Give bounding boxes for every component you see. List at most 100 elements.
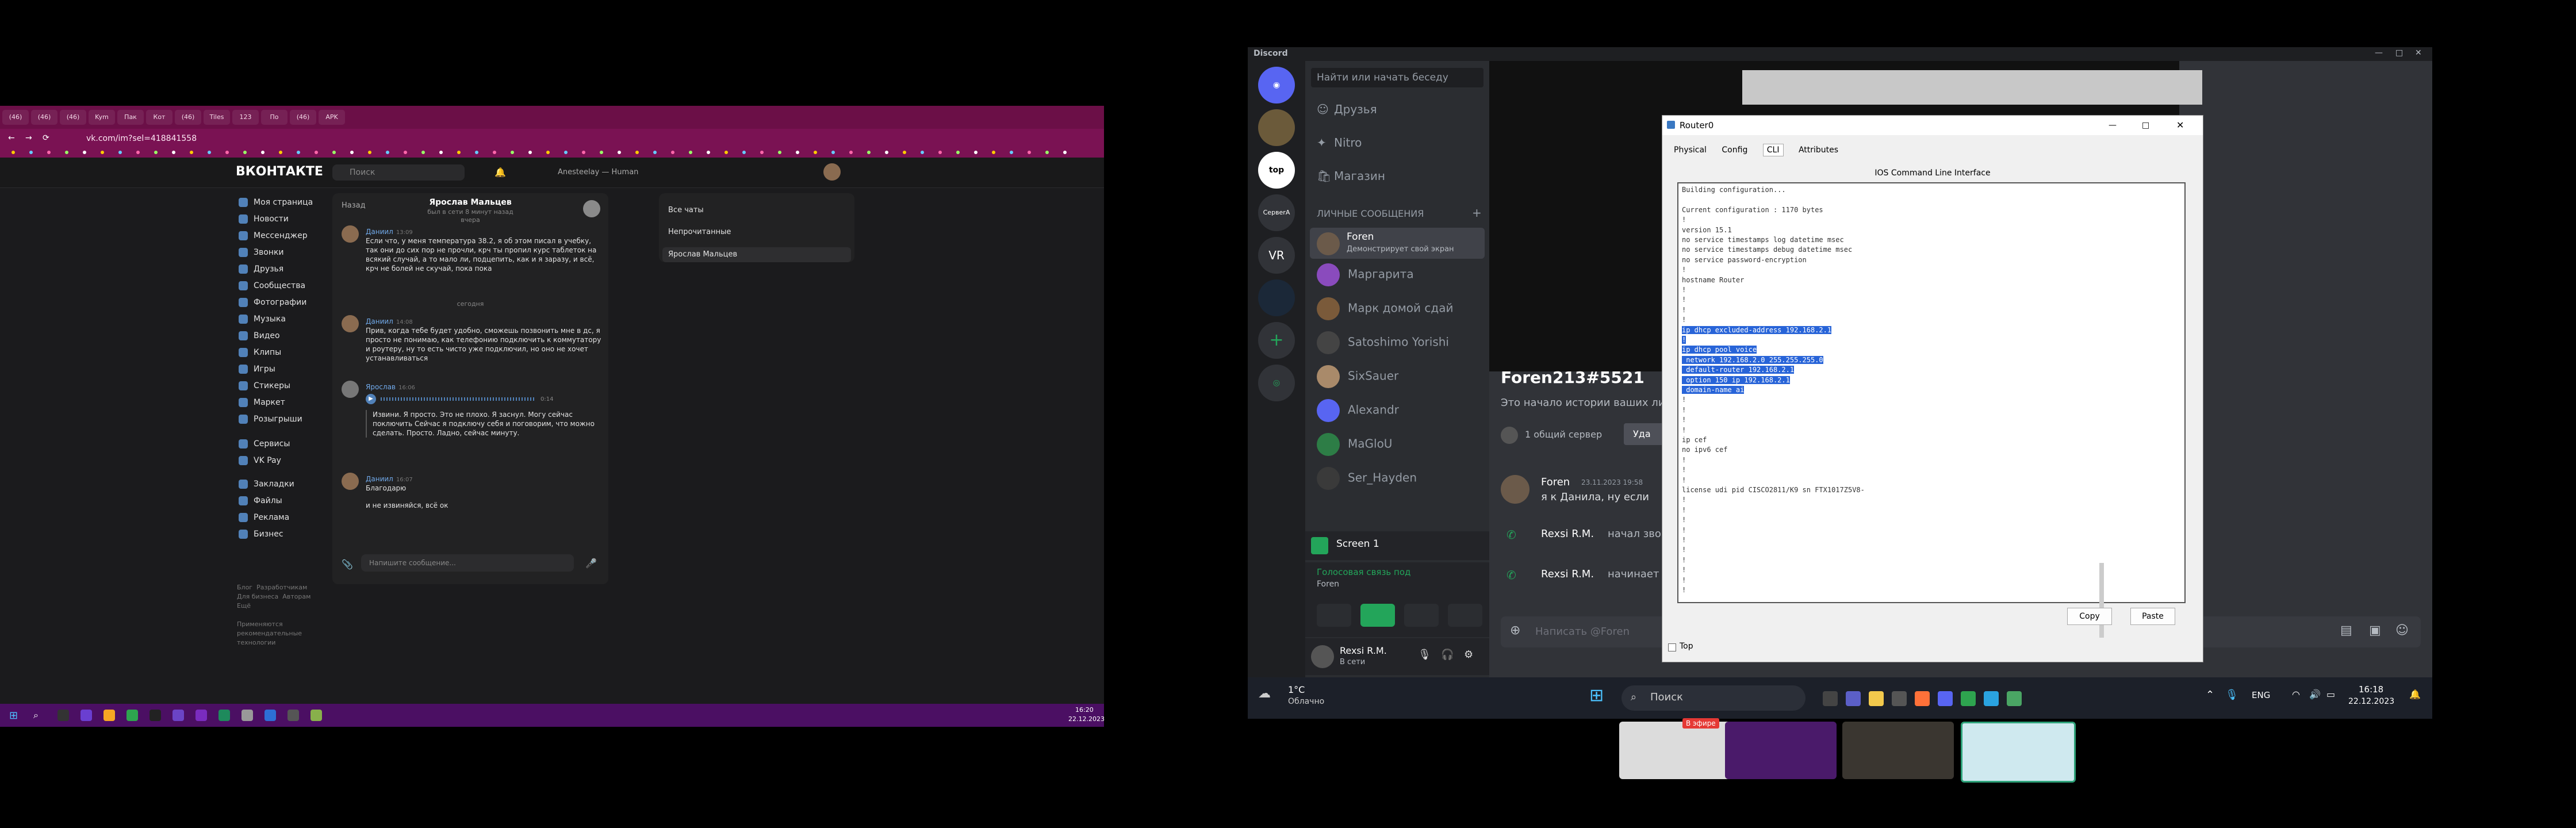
- sidebar-item[interactable]: Друзья: [239, 264, 283, 274]
- clock-date[interactable]: 22.12.2023: [2348, 697, 2394, 706]
- bookmark-icon[interactable]: [1010, 151, 1013, 154]
- search-icon[interactable]: ⌕: [33, 710, 39, 721]
- sidebar-item[interactable]: Файлы: [239, 496, 282, 505]
- bookmark-icon[interactable]: [1045, 151, 1049, 154]
- bookmark-icon[interactable]: [350, 151, 354, 154]
- minecraft-icon[interactable]: [1961, 691, 1976, 706]
- router-titlebar[interactable]: Router0 — □ ✕: [1662, 116, 2203, 135]
- bookmark-icon[interactable]: [83, 151, 86, 154]
- emoji-icon[interactable]: ☺: [2395, 623, 2409, 638]
- server-icon[interactable]: VR: [1258, 237, 1295, 274]
- bookmark-icon[interactable]: [903, 151, 906, 154]
- bookmark-icon[interactable]: [885, 151, 888, 154]
- bookmark-icon[interactable]: [172, 151, 175, 154]
- taskview-icon[interactable]: [57, 710, 69, 721]
- sidebar-item[interactable]: Моя страница: [239, 198, 313, 207]
- bookmark-icon[interactable]: [724, 151, 728, 154]
- discord-icon[interactable]: [1938, 691, 1953, 706]
- server-icon[interactable]: СервerA: [1258, 194, 1295, 231]
- sidebar-item[interactable]: Маркет: [239, 398, 285, 407]
- close-icon[interactable]: ✕: [2176, 116, 2184, 135]
- bookmark-icon[interactable]: [867, 151, 871, 154]
- bookmark-icon[interactable]: [243, 151, 247, 154]
- bookmark-icon[interactable]: [457, 151, 461, 154]
- message-author[interactable]: Foren: [1541, 476, 1570, 488]
- footer-link[interactable]: Разработчикам: [256, 584, 307, 591]
- message-author[interactable]: Даниил: [366, 475, 393, 483]
- taskview-icon[interactable]: [1823, 691, 1838, 706]
- avatar[interactable]: [1501, 475, 1529, 504]
- notification-bell-icon[interactable]: 🔔: [2409, 689, 2421, 700]
- bookmark-icon[interactable]: [386, 151, 389, 154]
- dm-item[interactable]: Маргарита: [1317, 263, 1414, 286]
- activity-button[interactable]: [1404, 604, 1439, 627]
- footer-link[interactable]: Авторам: [282, 593, 310, 600]
- message-author[interactable]: Rexsi R.M.: [1541, 528, 1594, 540]
- app-icon[interactable]: [241, 710, 253, 721]
- add-server-icon[interactable]: +: [1258, 322, 1295, 359]
- browser-tab[interactable]: Кот: [146, 110, 172, 125]
- bookmark-icon[interactable]: [849, 151, 853, 154]
- folder-icon[interactable]: [1869, 691, 1884, 706]
- maximize-icon[interactable]: □: [2142, 116, 2149, 135]
- browser-address-bar[interactable]: ← → ⟳ vk.com/im?sel=418841558: [0, 129, 1104, 148]
- browser-tab[interactable]: Tiles: [204, 110, 230, 125]
- app-icon[interactable]: [2007, 691, 2022, 706]
- browser-tab[interactable]: (46): [290, 110, 316, 125]
- bookmark-icon[interactable]: [297, 151, 300, 154]
- chevron-up-icon[interactable]: ⌃: [2206, 689, 2214, 701]
- user-name[interactable]: Rexsi R.M.: [1340, 645, 1387, 656]
- server-icon[interactable]: [1258, 109, 1295, 146]
- bookmark-icon[interactable]: [1028, 151, 1031, 154]
- taskbar-search[interactable]: ⌕ Поиск: [1621, 685, 1805, 711]
- browser-tab[interactable]: (46): [2, 110, 29, 125]
- sticker-icon[interactable]: ▣: [2369, 623, 2381, 638]
- avatar[interactable]: [342, 315, 359, 332]
- browser-tab[interactable]: APK: [319, 110, 345, 125]
- add-attachment-icon[interactable]: ⊕: [1510, 623, 1520, 638]
- footer-link[interactable]: Ещё: [237, 602, 251, 610]
- tab-cli[interactable]: CLI: [1762, 144, 1784, 156]
- sidebar-item[interactable]: Сервисы: [239, 439, 290, 448]
- bookmark-icon[interactable]: [118, 151, 122, 154]
- dm-item-foren[interactable]: Foren Демонстрирует свой экран: [1310, 228, 1485, 259]
- bookmark-icon[interactable]: [814, 151, 817, 154]
- weather-icon[interactable]: ☁: [1258, 687, 1271, 701]
- discord-home-icon[interactable]: ◉: [1258, 67, 1295, 103]
- sidebar-item[interactable]: Мессенджер: [239, 231, 308, 240]
- cli-terminal[interactable]: Building configuration... Current configu…: [1677, 182, 2186, 603]
- bookmark-icon[interactable]: [653, 151, 657, 154]
- bell-icon[interactable]: 🔔: [494, 167, 506, 178]
- soundboard-button[interactable]: [1448, 604, 1482, 627]
- chat-contact-name[interactable]: Ярослав Мальцев: [332, 198, 608, 207]
- maximize-icon[interactable]: □: [2395, 48, 2403, 57]
- bookmark-icon[interactable]: [564, 151, 568, 154]
- nav-shop[interactable]: 🛍 Магазин: [1317, 169, 1385, 183]
- bookmark-icon[interactable]: [760, 151, 764, 154]
- bookmark-icon[interactable]: [368, 151, 371, 154]
- avatar[interactable]: [342, 225, 359, 243]
- screen-share-label[interactable]: Screen 1: [1336, 538, 1379, 550]
- vk-logo[interactable]: ВКОНТАКТЕ: [236, 164, 323, 179]
- bookmark-icon[interactable]: [279, 151, 282, 154]
- window-thumbnail[interactable]: [1842, 722, 1954, 779]
- sidebar-item[interactable]: VK Pay: [239, 456, 281, 465]
- sidebar-item[interactable]: Клипы: [239, 348, 281, 357]
- clock-time[interactable]: 16:20: [1075, 706, 1094, 714]
- app-icon[interactable]: [1892, 691, 1907, 706]
- windows-start-icon[interactable]: ⊞: [1589, 685, 1604, 706]
- attach-icon[interactable]: 📎: [342, 559, 353, 570]
- tab-attributes[interactable]: Attributes: [1799, 145, 1838, 155]
- bookmark-icon[interactable]: [315, 151, 318, 154]
- window-thumbnail[interactable]: [1725, 722, 1837, 779]
- sidebar-item[interactable]: Музыка: [239, 315, 286, 324]
- battery-icon[interactable]: ▭: [2326, 689, 2335, 700]
- tab-config[interactable]: Config: [1722, 145, 1747, 155]
- scrollbar[interactable]: [2099, 563, 2104, 638]
- app-icon[interactable]: [80, 710, 92, 721]
- avatar[interactable]: [1311, 645, 1334, 668]
- vk-search-input[interactable]: Поиск: [332, 164, 465, 181]
- screen-share-button[interactable]: [1360, 604, 1395, 627]
- sidebar-item[interactable]: Фотографии: [239, 298, 306, 307]
- browser-tab[interactable]: По: [261, 110, 288, 125]
